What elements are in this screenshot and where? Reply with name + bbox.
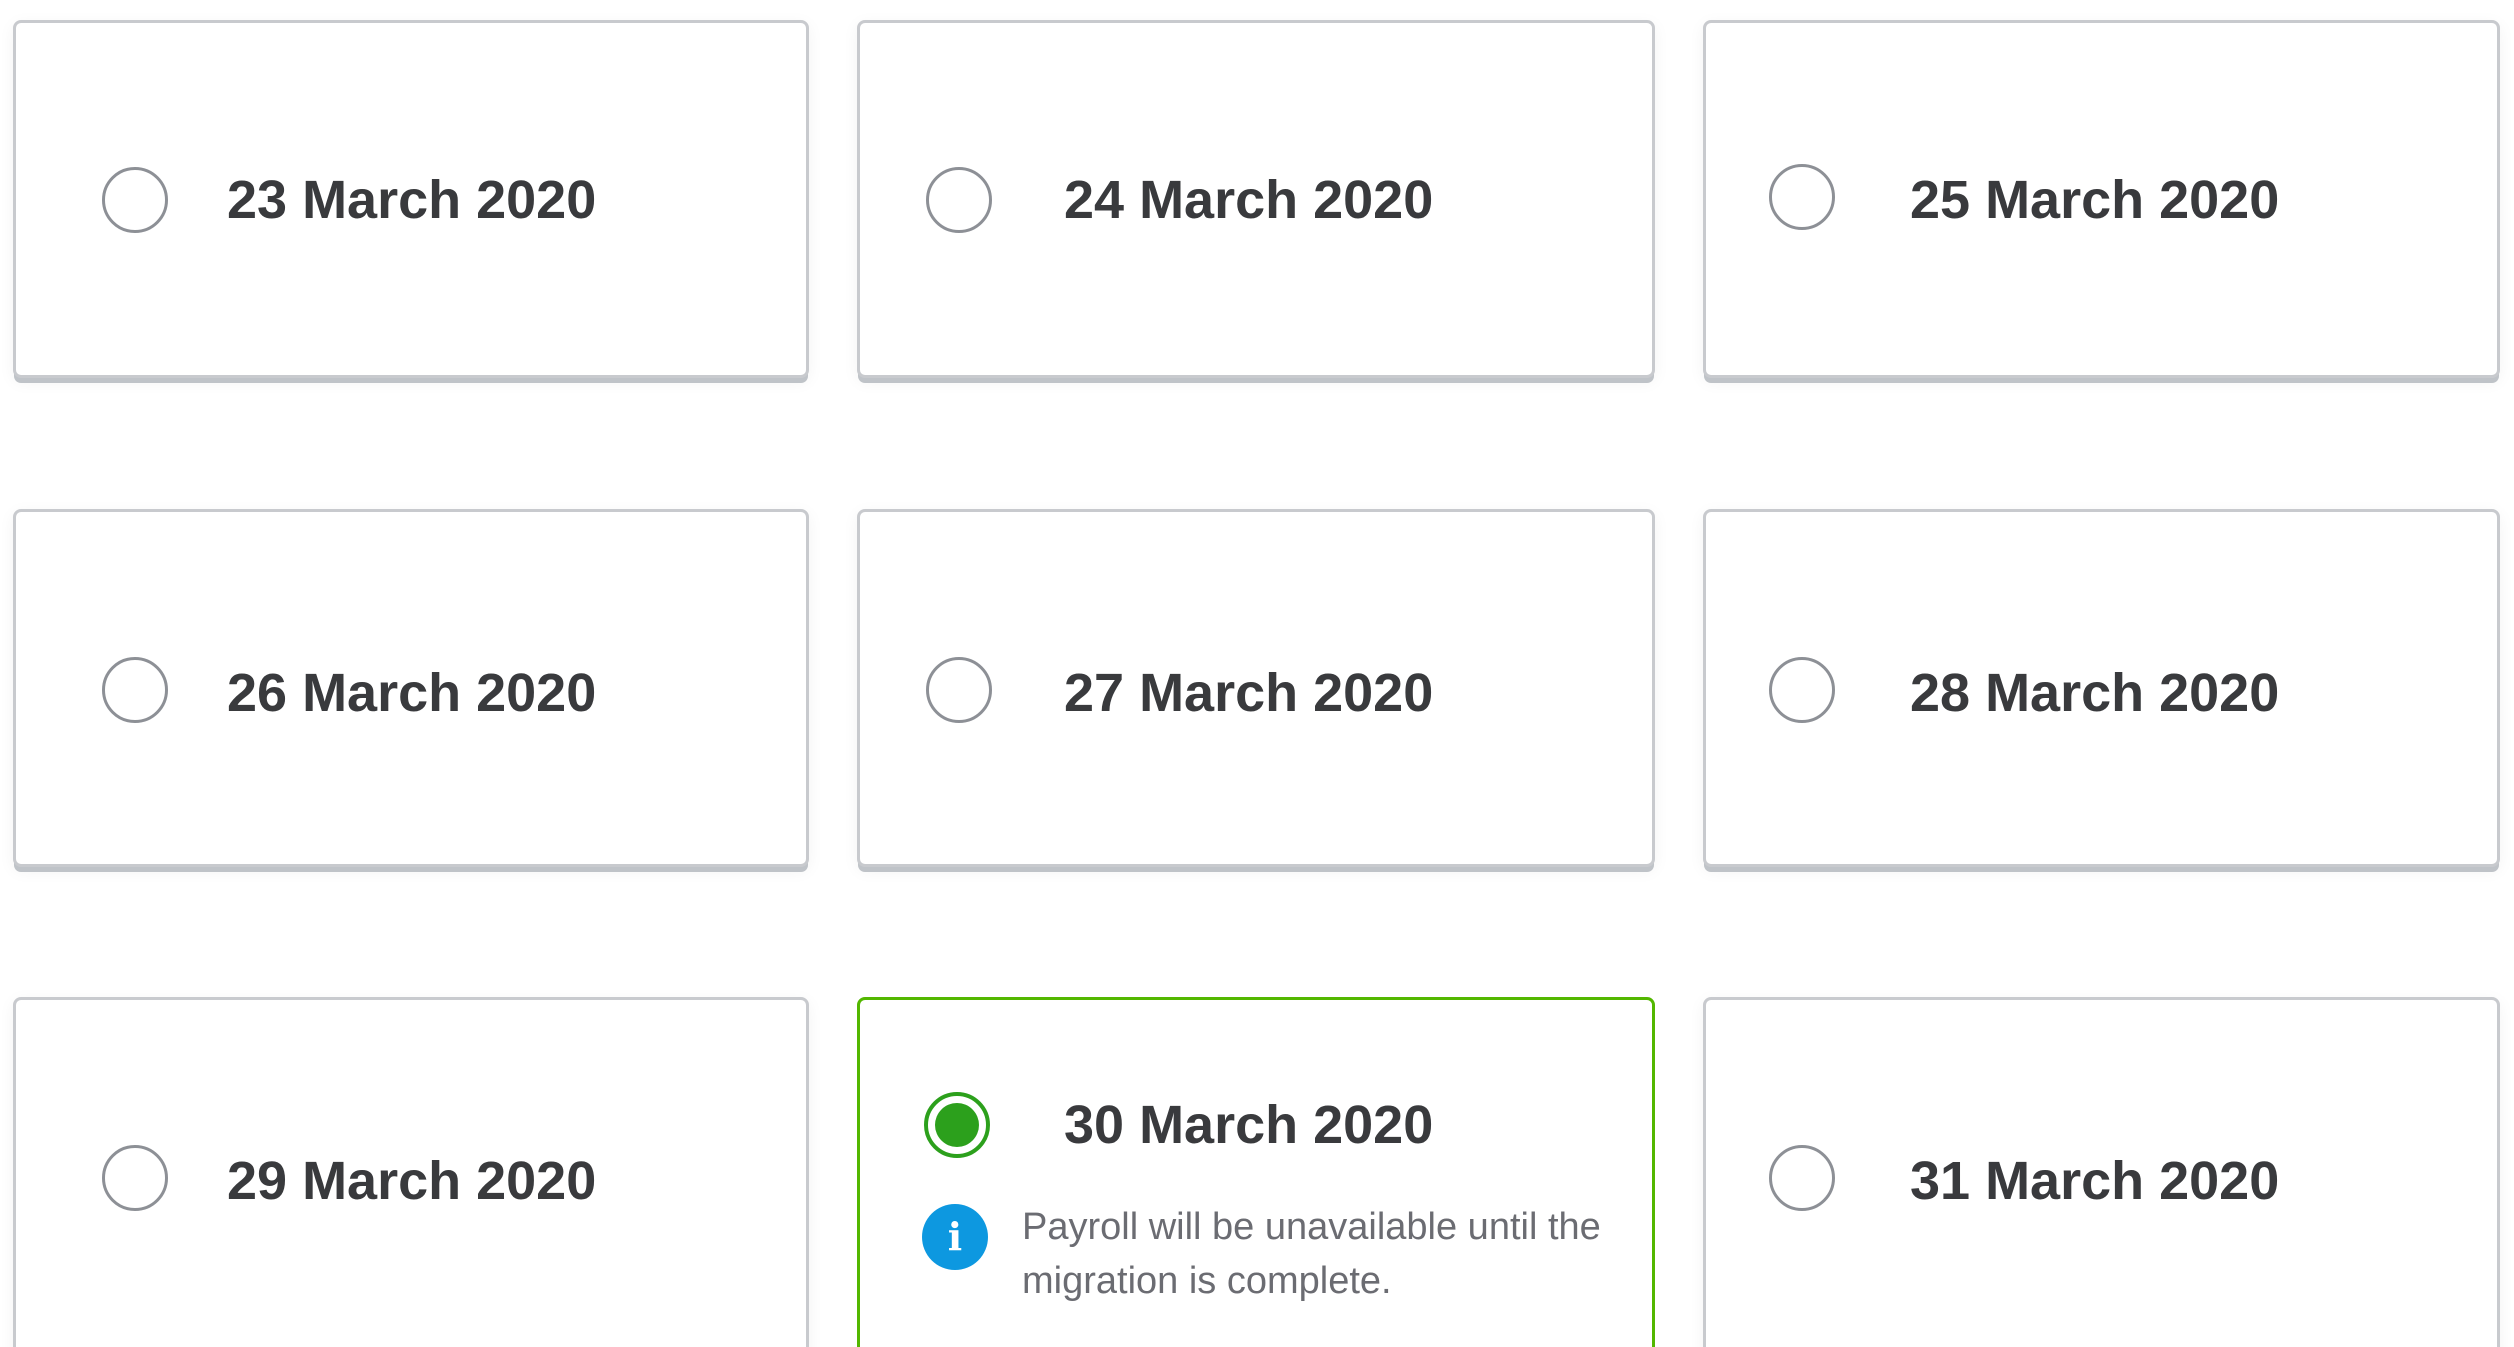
date-options-grid: 23 March 2020 24 March 2020 25 March 202… bbox=[0, 0, 2514, 1347]
date-option-27[interactable]: 27 March 2020 bbox=[857, 509, 1655, 867]
date-option-label: 24 March 2020 bbox=[1064, 170, 1434, 230]
date-option-30[interactable]: 30 March 2020 i Payroll will be unavaila… bbox=[857, 997, 1655, 1347]
date-option-label: 27 March 2020 bbox=[1064, 663, 1434, 723]
info-icon: i bbox=[922, 1204, 988, 1270]
radio-button[interactable] bbox=[102, 657, 168, 723]
date-option-label: 31 March 2020 bbox=[1910, 1151, 2280, 1211]
date-option-24[interactable]: 24 March 2020 bbox=[857, 20, 1655, 378]
radio-selected-dot bbox=[935, 1103, 979, 1147]
radio-button-selected[interactable] bbox=[924, 1092, 990, 1158]
date-option-25[interactable]: 25 March 2020 bbox=[1703, 20, 2500, 378]
date-option-31[interactable]: 31 March 2020 bbox=[1703, 997, 2500, 1347]
radio-button[interactable] bbox=[1769, 1145, 1835, 1211]
radio-button[interactable] bbox=[926, 167, 992, 233]
date-option-label: 28 March 2020 bbox=[1910, 663, 2280, 723]
date-option-label: 29 March 2020 bbox=[227, 1151, 597, 1211]
date-option-label: 23 March 2020 bbox=[227, 170, 597, 230]
date-option-28[interactable]: 28 March 2020 bbox=[1703, 509, 2500, 867]
radio-button[interactable] bbox=[102, 167, 168, 233]
radio-button[interactable] bbox=[926, 657, 992, 723]
date-option-label: 25 March 2020 bbox=[1910, 170, 2280, 230]
radio-button[interactable] bbox=[1769, 657, 1835, 723]
date-option-label: 26 March 2020 bbox=[227, 663, 597, 723]
radio-button[interactable] bbox=[1769, 164, 1835, 230]
radio-button[interactable] bbox=[102, 1145, 168, 1211]
date-option-label: 30 March 2020 bbox=[1064, 1095, 1434, 1155]
date-option-26[interactable]: 26 March 2020 bbox=[13, 509, 809, 867]
date-option-29[interactable]: 29 March 2020 bbox=[13, 997, 809, 1347]
date-option-23[interactable]: 23 March 2020 bbox=[13, 20, 809, 378]
info-message-text: Payroll will be unavailable until the mi… bbox=[1022, 1206, 1601, 1302]
